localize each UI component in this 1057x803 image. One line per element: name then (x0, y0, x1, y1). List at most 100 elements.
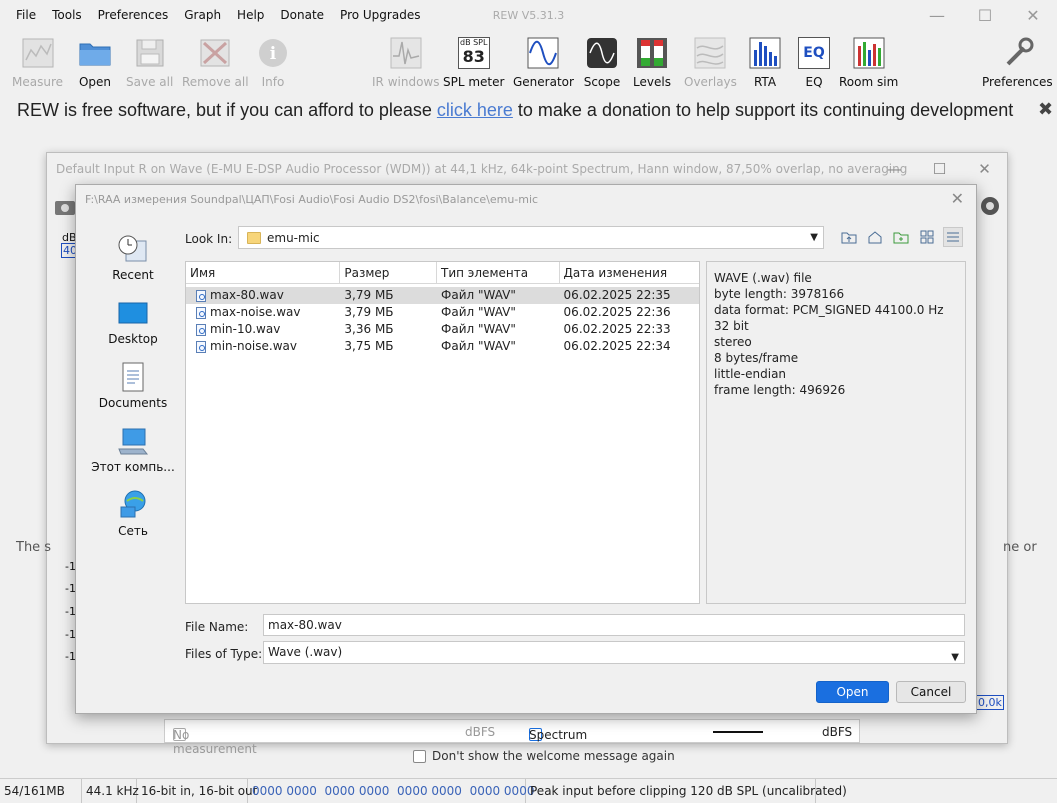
donate-link[interactable]: click here (437, 100, 513, 120)
menu-file[interactable]: File (0, 0, 44, 31)
menu-graph[interactable]: Graph (176, 0, 229, 31)
spl-meter-button[interactable]: dB SPL 83 SPL meter (443, 35, 504, 89)
memory-usage[interactable]: 54/161MB (0, 779, 82, 803)
details-view-icon[interactable] (943, 227, 963, 247)
room-sim-button[interactable]: Room sim (839, 35, 898, 89)
camera-icon[interactable] (54, 197, 76, 220)
spectrum-maximize-button[interactable]: ☐ (917, 153, 962, 185)
cancel-button[interactable]: Cancel (896, 681, 966, 703)
eq-icon: EQ (795, 35, 833, 71)
generator-button[interactable]: Generator (513, 35, 574, 89)
eq-button[interactable]: EQ EQ (795, 35, 833, 89)
spl-meter-icon: dB SPL 83 (455, 35, 493, 71)
open-button[interactable]: Open (76, 35, 114, 89)
levels-button[interactable]: Levels (633, 35, 671, 89)
file-row[interactable]: min-noise.wav 3,75 МБ Файл "WAV" 06.02.2… (186, 338, 699, 355)
documents-icon (117, 361, 149, 393)
column-date-header[interactable]: Дата изменения (560, 262, 699, 283)
place-recent[interactable]: Recent (88, 233, 178, 297)
menu-bar: File Tools Preferences Graph Help Donate… (0, 0, 1057, 31)
measure-button[interactable]: Measure (12, 35, 63, 89)
generator-icon (524, 35, 562, 71)
window-controls: — ☐ ✕ (913, 0, 1057, 31)
spectrum-window-title: Default Input R on Wave (E-MU E-DSP Audi… (56, 162, 908, 176)
minimize-button[interactable]: — (913, 0, 961, 31)
ir-windows-icon (387, 35, 425, 71)
overlays-icon (691, 35, 729, 71)
network-icon (117, 489, 149, 521)
file-row[interactable]: min-10.wav 3,36 МБ Файл "WAV" 06.02.2025… (186, 321, 699, 338)
computer-icon (117, 425, 149, 457)
ir-windows-button[interactable]: IR windows (372, 35, 439, 89)
info-icon: i (254, 35, 292, 71)
chevron-down-icon: ▼ (951, 652, 959, 663)
remove-all-icon (196, 35, 234, 71)
preferences-button[interactable]: Preferences (982, 35, 1053, 89)
chevron-down-icon: ▼ (810, 232, 818, 243)
remove-all-button[interactable]: Remove all (182, 35, 249, 89)
welcome-text-fragment: ne or (1003, 540, 1037, 555)
recent-icon (117, 233, 149, 265)
rta-button[interactable]: RTA (746, 35, 784, 89)
look-in-select[interactable]: emu-mic ▼ (238, 226, 824, 249)
maximize-button[interactable]: ☐ (961, 0, 1009, 31)
file-row[interactable]: max-80.wav 3,79 МБ Файл "WAV" 06.02.2025… (186, 287, 699, 304)
peak-input-info: Peak input before clipping 120 dB SPL (u… (526, 779, 847, 803)
levels-icon (633, 35, 671, 71)
place-desktop[interactable]: Desktop (88, 297, 178, 361)
scope-button[interactable]: Scope (583, 35, 621, 89)
freq-range-value[interactable]: 0,0k (976, 695, 1004, 710)
welcome-text-fragment: The s (16, 540, 52, 555)
dialog-nav-toolbar (839, 227, 963, 247)
place-network[interactable]: Сеть (88, 489, 178, 553)
menu-preferences[interactable]: Preferences (90, 0, 177, 31)
place-documents[interactable]: Documents (88, 361, 178, 425)
column-size-header[interactable]: Размер (340, 262, 438, 283)
spectrum-window-controls: — ☐ ✕ (872, 153, 1007, 185)
wav-file-icon (196, 289, 206, 302)
file-row[interactable]: max-noise.wav 3,79 МБ Файл "WAV" 06.02.2… (186, 304, 699, 321)
spectrum-close-button[interactable]: ✕ (962, 153, 1007, 185)
measurement-status-row: No measurement dBFS Spectrum dBFS (164, 719, 860, 756)
open-file-dialog: F:\RAA измерения Soundpal\ЦАП\Fosi Audio… (75, 184, 977, 714)
sample-rate: 44.1 kHz (82, 779, 139, 803)
file-name-input[interactable]: max-80.wav (263, 614, 965, 636)
file-list[interactable]: Имя Размер Тип элемента Дата изменения m… (185, 261, 700, 604)
dialog-close-icon[interactable]: ✕ (951, 189, 964, 208)
toolbar: Measure Open Save all Remove all i Info … (0, 31, 1057, 93)
menu-tools[interactable]: Tools (44, 0, 90, 31)
open-file-button[interactable]: Open (816, 681, 889, 703)
donation-message: REW is free software, but if you can aff… (17, 100, 1014, 120)
svg-text:i: i (270, 44, 277, 64)
info-button[interactable]: i Info (254, 35, 292, 89)
scope-icon (583, 35, 621, 71)
overlays-button[interactable]: Overlays (684, 35, 737, 89)
new-folder-icon[interactable] (891, 227, 911, 247)
files-of-type-label: Files of Type: (185, 647, 263, 661)
dbfs-label: dBFS (465, 725, 496, 739)
wav-file-icon (196, 306, 206, 319)
column-name-header[interactable]: Имя (186, 262, 341, 283)
settings-gear-icon[interactable] (979, 195, 1001, 220)
menu-pro-upgrades[interactable]: Pro Upgrades (332, 0, 428, 31)
wav-file-icon (196, 323, 206, 336)
dbfs-label-2: dBFS (822, 725, 853, 739)
place-this-pc[interactable]: Этот компь... (88, 425, 178, 489)
wrench-icon (998, 35, 1036, 71)
spectrum-line-swatch (713, 731, 763, 733)
donation-close-icon[interactable]: ✖ (1038, 99, 1053, 120)
close-button[interactable]: ✕ (1009, 0, 1057, 31)
spectrum-minimize-button[interactable]: — (872, 153, 917, 185)
menu-donate[interactable]: Donate (272, 0, 332, 31)
dont-show-checkbox[interactable]: Don't show the welcome message again (413, 749, 675, 763)
save-all-button[interactable]: Save all (126, 35, 173, 89)
up-folder-icon[interactable] (839, 227, 859, 247)
column-type-header[interactable]: Тип элемента (437, 262, 560, 283)
checkbox-icon (413, 749, 426, 763)
room-sim-icon (850, 35, 888, 71)
wav-file-icon (196, 340, 206, 353)
menu-help[interactable]: Help (229, 0, 272, 31)
files-of-type-select[interactable]: Wave (.wav) ▼ (263, 641, 965, 664)
home-icon[interactable] (865, 227, 885, 247)
list-view-icon[interactable] (917, 227, 937, 247)
